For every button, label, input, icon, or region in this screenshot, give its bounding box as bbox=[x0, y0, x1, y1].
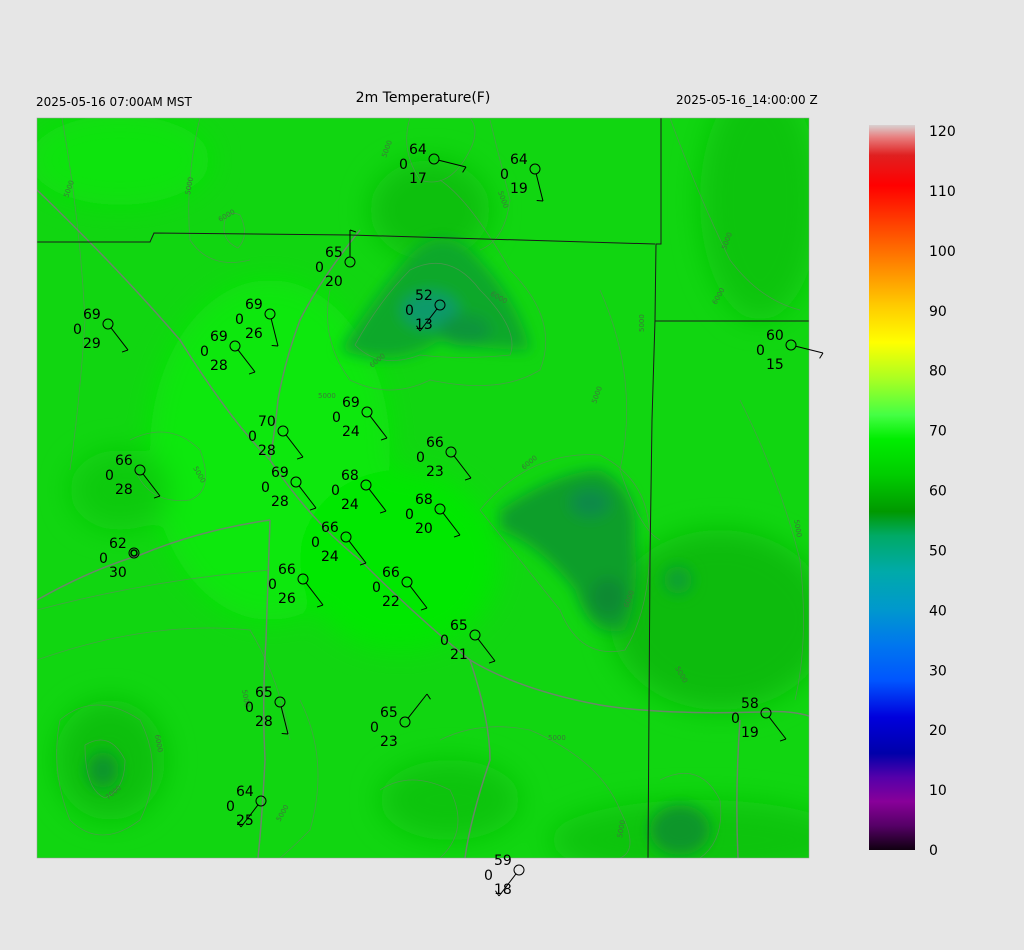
colorbar-tick-label: 20 bbox=[929, 723, 947, 739]
colorbar-gradient bbox=[869, 125, 915, 850]
colorbar: 1201101009080706050403020100 bbox=[869, 124, 956, 859]
colorbar-tick-label: 110 bbox=[929, 184, 956, 200]
colorbar-tick-label: 0 bbox=[929, 843, 938, 859]
colorbar-tick-label: 90 bbox=[929, 304, 947, 320]
colorbar-tick-label: 50 bbox=[929, 543, 947, 559]
colorbar-tick-label: 40 bbox=[929, 603, 947, 619]
colorbar-tick-label: 120 bbox=[929, 124, 956, 140]
colorbar-ticks: 1201101009080706050403020100 bbox=[929, 124, 956, 859]
colorbar-tick-label: 100 bbox=[929, 244, 956, 260]
colorbar-tick-label: 60 bbox=[929, 484, 947, 500]
colorbar-tick-label: 80 bbox=[929, 364, 947, 380]
colorbar-tick-label: 70 bbox=[929, 424, 947, 440]
colorbar-tick-label: 30 bbox=[929, 663, 947, 679]
colorbar-tick-label: 10 bbox=[929, 783, 947, 799]
